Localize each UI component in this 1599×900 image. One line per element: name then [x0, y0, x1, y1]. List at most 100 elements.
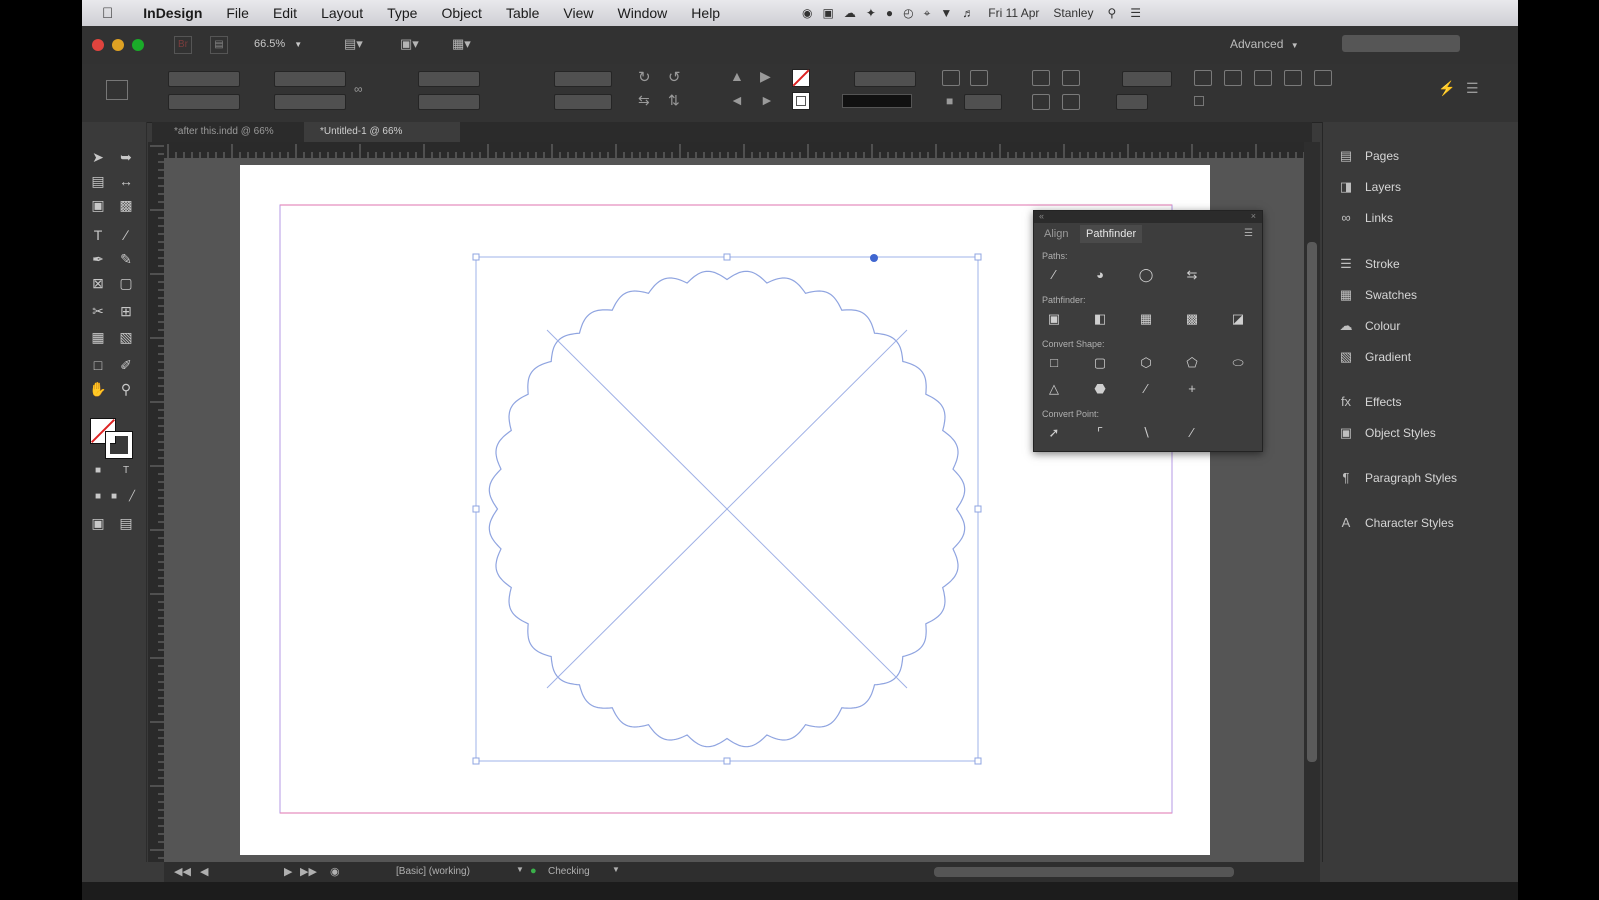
previous-page-icon[interactable]: ◀ [200, 865, 208, 878]
normal-mode-icon[interactable]: ▣ [86, 512, 110, 534]
align-middle-icon[interactable] [1062, 94, 1080, 110]
arrange-documents-icon[interactable]: ▦▾ [452, 36, 482, 52]
zoom-tool-icon[interactable]: ⚲ [114, 378, 138, 400]
menu-app-name[interactable]: InDesign [131, 5, 214, 21]
tab-pathfinder[interactable]: Pathfinder [1080, 225, 1143, 243]
convert-inverse-rounded-icon[interactable]: ⬠ [1184, 355, 1200, 371]
document-tab-after-this[interactable]: *after this.indd @ 66% [158, 122, 314, 142]
menu-table[interactable]: Table [494, 5, 551, 21]
stroke-type-menu[interactable] [842, 94, 912, 108]
handle-middle-right[interactable] [974, 505, 982, 513]
smooth-point-icon[interactable]: ∖ [1138, 425, 1154, 441]
distribute-right-icon[interactable] [1254, 70, 1272, 86]
rotate-cw-icon[interactable]: ↻ [638, 68, 651, 86]
zoom-level-menu[interactable]: 66.5% ▼ [254, 36, 314, 52]
align-top-icon[interactable] [1032, 94, 1050, 110]
notification-center-icon[interactable]: ☰ [1130, 6, 1141, 20]
distribute-left-icon[interactable] [1194, 70, 1212, 86]
preflight-profile[interactable]: [Basic] (working) [396, 866, 470, 877]
corner-options-handle[interactable] [870, 254, 878, 262]
status-bluetooth-icon[interactable]: ⌖ [924, 6, 931, 21]
menu-object[interactable]: Object [429, 5, 493, 21]
document-tab-untitled[interactable]: *Untitled-1 @ 66% [304, 122, 460, 142]
height-field[interactable] [274, 94, 346, 110]
handle-bottom-middle[interactable] [723, 757, 731, 765]
selection-tool-icon[interactable]: ➤ [86, 146, 110, 168]
status-cloud-icon[interactable]: ☁ [844, 6, 856, 20]
close-path-icon[interactable]: ◯ [1138, 267, 1154, 283]
menu-layout[interactable]: Layout [309, 5, 375, 21]
effects-icon[interactable]: ■ [946, 94, 953, 108]
pathfinder-panel-header[interactable]: « × [1034, 211, 1262, 223]
scale-y-field[interactable] [418, 94, 480, 110]
scissors-tool-icon[interactable]: ✂ [86, 300, 110, 322]
dock-item-swatches[interactable]: ▦ Swatches [1337, 283, 1417, 307]
plain-point-icon[interactable]: ➚ [1046, 425, 1062, 441]
content-collector-icon[interactable]: ▣ [86, 194, 110, 216]
rotation-angle-field[interactable] [554, 71, 612, 87]
next-page-icon[interactable]: ▶ [284, 865, 292, 878]
menu-file[interactable]: File [214, 5, 261, 21]
preflight-icon[interactable]: ◉ [330, 865, 340, 878]
dock-item-object-styles[interactable]: ▣ Object Styles [1337, 421, 1436, 445]
select-previous-icon[interactable]: ◄ [730, 92, 744, 108]
status-clock[interactable]: Fri 11 Apr [988, 6, 1039, 20]
convert-ellipse-icon[interactable]: ⬭ [1230, 355, 1246, 371]
handle-middle-left[interactable] [472, 505, 480, 513]
vertical-scrollbar[interactable] [1304, 142, 1320, 862]
view-options-icon[interactable]: ▤▾ [344, 36, 374, 52]
formatting-text-icon[interactable]: T [114, 460, 138, 482]
select-content-icon[interactable]: ▶ [760, 68, 771, 85]
menu-help[interactable]: Help [679, 5, 732, 21]
stroke-weight-field[interactable] [854, 71, 916, 87]
convert-line-icon[interactable]: ∕ [1138, 381, 1154, 397]
corner-size-field[interactable] [1122, 71, 1172, 87]
rectangle-frame-tool-icon[interactable]: ⊠ [86, 272, 110, 294]
apply-none-icon[interactable]: ╱ [120, 486, 144, 508]
dock-item-gradient[interactable]: ▧ Gradient [1337, 345, 1411, 369]
intersect-shape-icon[interactable]: ▦ [1138, 311, 1154, 327]
convert-polygon-icon[interactable]: ⬣ [1092, 381, 1108, 397]
status-timemachine-icon[interactable]: ◴ [903, 6, 913, 20]
window-minimize-button[interactable] [112, 39, 124, 51]
add-shape-icon[interactable]: ▣ [1046, 311, 1062, 327]
gradient-feather-tool-icon[interactable]: ▧ [114, 326, 138, 348]
selected-graphic-frame[interactable] [472, 253, 982, 765]
window-zoom-button[interactable] [132, 39, 144, 51]
shear-angle-field[interactable] [554, 94, 612, 110]
type-tool-icon[interactable]: T [86, 224, 110, 246]
fit-content-icon[interactable] [970, 70, 988, 86]
align-center-icon[interactable] [1062, 70, 1080, 86]
collapse-panel-icon[interactable]: « [1039, 211, 1044, 221]
exclude-overlap-icon[interactable]: ▩ [1184, 311, 1200, 327]
select-next-icon[interactable]: ► [760, 92, 774, 108]
convert-orthogonal-line-icon[interactable]: + [1184, 381, 1200, 397]
corner-shape-menu[interactable] [1116, 94, 1148, 110]
search-help-input[interactable] [1342, 35, 1460, 52]
distribute-center-icon[interactable] [1224, 70, 1242, 86]
preflight-status[interactable]: Checking [548, 866, 590, 877]
bridge-icon[interactable]: Br [174, 36, 192, 54]
line-tool-icon[interactable]: ∕ [114, 224, 138, 246]
formatting-container-icon[interactable]: ■ [86, 460, 110, 482]
rectangle-tool-icon[interactable]: ▢ [114, 272, 138, 294]
pencil-tool-icon[interactable]: ✎ [114, 248, 138, 270]
status-wifi-icon[interactable]: ▼ [940, 6, 952, 20]
dock-item-links[interactable]: ∞ Links [1337, 206, 1393, 230]
menu-edit[interactable]: Edit [261, 5, 309, 21]
eyedropper-tool-icon[interactable]: ✐ [114, 354, 138, 376]
gap-tool-icon[interactable]: ↔ [114, 170, 138, 192]
tab-align[interactable]: Align [1038, 225, 1074, 243]
window-close-button[interactable] [92, 39, 104, 51]
auto-fit-checkbox[interactable] [1194, 96, 1204, 106]
dock-item-colour[interactable]: ☁ Colour [1337, 314, 1401, 338]
convert-triangle-icon[interactable]: △ [1046, 381, 1062, 397]
select-container-icon[interactable]: ▲ [730, 68, 744, 84]
y-position-field[interactable] [168, 94, 240, 110]
handle-bottom-right[interactable] [974, 757, 982, 765]
handle-top-right[interactable] [974, 253, 982, 261]
flip-vertical-icon[interactable]: ⇅ [668, 92, 680, 109]
minus-back-icon[interactable]: ◪ [1230, 311, 1246, 327]
dock-item-stroke[interactable]: ☰ Stroke [1337, 252, 1400, 276]
direct-selection-tool-icon[interactable]: ➥ [114, 146, 138, 168]
